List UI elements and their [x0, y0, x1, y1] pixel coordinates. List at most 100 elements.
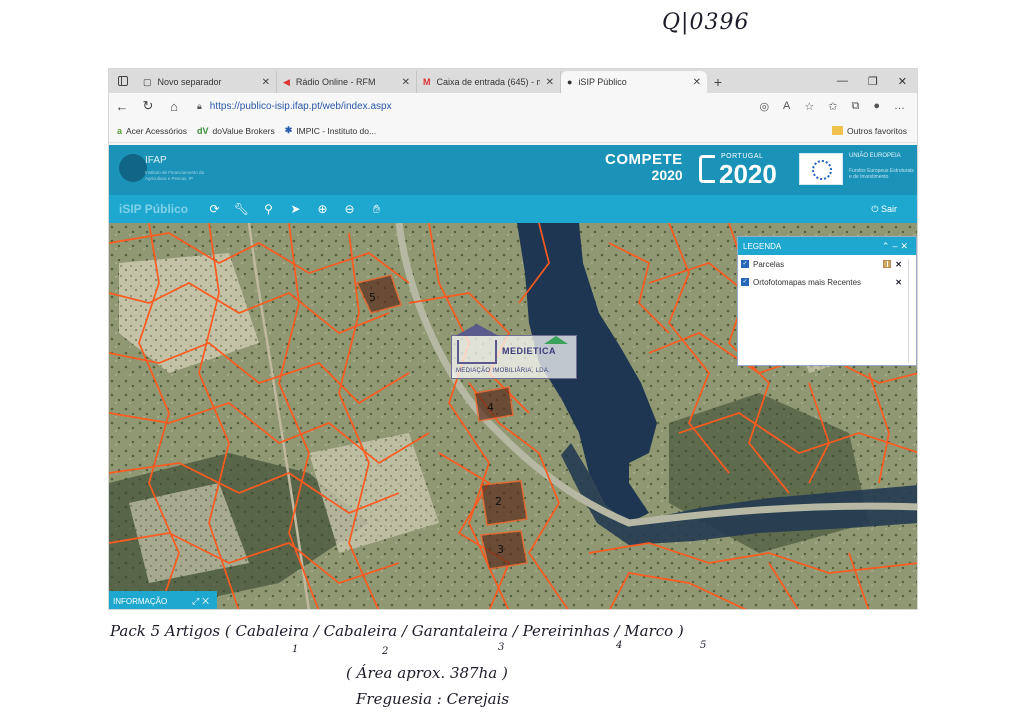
- refresh-icon[interactable]: ⟳: [201, 202, 228, 216]
- tab-isip[interactable]: ● iSIP Público ✕: [561, 71, 707, 93]
- pan-hand-icon[interactable]: ✋︎: [363, 202, 390, 217]
- legend-item-ortofotomapas: ✓ Ortofotomapas mais Recentes ✕: [738, 273, 916, 291]
- zoom-out-icon[interactable]: ⊖: [336, 202, 363, 216]
- restore-icon[interactable]: ❐: [868, 75, 878, 88]
- location-icon[interactable]: ◎: [759, 100, 769, 113]
- profile-icon[interactable]: ●: [873, 100, 880, 113]
- reload-icon[interactable]: ↻: [135, 98, 161, 114]
- house-icon: [457, 340, 497, 364]
- tab-label: Caixa de entrada (645) - mediet: [436, 77, 540, 87]
- tab-label: Novo separador: [157, 77, 222, 87]
- remove-layer-icon[interactable]: ✕: [895, 260, 902, 269]
- legend-scrollbar[interactable]: [908, 259, 914, 363]
- checkbox-checked[interactable]: ✓: [741, 260, 749, 268]
- lock-icon[interactable]: 🔒︎: [197, 101, 202, 112]
- isip-toolbar: iSIP Público ⟳ 🔧︎ ⚲ ➤ ⊕ ⊖ ✋︎ ⏻ Sair: [109, 195, 917, 223]
- tab-radio[interactable]: ◀ Rádio Online - RFM ✕: [277, 71, 417, 93]
- tab-actions-icon[interactable]: [109, 69, 137, 93]
- handwritten-number: 5: [700, 640, 707, 651]
- tab-bar: ▢ Novo separador ✕ ◀ Rádio Online - RFM …: [109, 69, 917, 93]
- checkbox-checked[interactable]: ✓: [741, 278, 749, 286]
- portugal-year: 2020: [719, 159, 777, 189]
- org-name: IFAP: [145, 155, 167, 166]
- app-title: iSIP Público: [119, 202, 189, 216]
- menu-icon[interactable]: …: [894, 100, 905, 113]
- home-icon[interactable]: ⌂: [161, 99, 187, 114]
- close-icon[interactable]: ✕: [262, 77, 270, 88]
- close-icon[interactable]: ✕: [693, 77, 701, 88]
- radio-icon: ◀: [283, 76, 290, 87]
- close-icon[interactable]: ✕: [900, 241, 911, 251]
- isip-header: IFAP Instituto de Financiamento da Agric…: [109, 145, 917, 195]
- close-icon[interactable]: ✕: [402, 77, 410, 88]
- tab-mail[interactable]: M Caixa de entrada (645) - mediet ✕: [417, 71, 561, 93]
- dovalue-icon: dV: [196, 125, 209, 136]
- acer-icon: a: [117, 125, 123, 136]
- new-tab-icon: ▢: [143, 76, 152, 87]
- close-window-icon[interactable]: ✕: [898, 75, 907, 88]
- green-roof-icon: [544, 336, 568, 344]
- bookmark-label: Acer Acessórios: [126, 125, 187, 136]
- parcel-label: 4: [487, 401, 494, 414]
- minimize-icon[interactable]: —: [837, 75, 848, 87]
- legend-header: LEGENDA ⌃–✕: [738, 237, 916, 255]
- new-tab-button[interactable]: +: [707, 71, 729, 93]
- collapse-icon[interactable]: ⌃: [882, 241, 893, 251]
- bookmark-acer[interactable]: a Acer Acessórios: [117, 126, 187, 136]
- info-panel-title: INFORMAÇÃO: [113, 596, 168, 606]
- bookmark-label: IMPIC - Instituto do...: [296, 125, 377, 136]
- pin-icon[interactable]: ⚲: [255, 202, 282, 216]
- house-roof-icon: [455, 324, 499, 336]
- impic-icon: ✱: [284, 125, 293, 135]
- collections-icon[interactable]: ⧉: [851, 100, 859, 113]
- handwritten-number: 2: [382, 646, 389, 657]
- url-field[interactable]: https://publico-isip.ifap.pt/web/index.a…: [210, 101, 392, 112]
- favorites-icon[interactable]: ✩: [828, 100, 837, 113]
- legend-panel: LEGENDA ⌃–✕ ✓ Parcelas ✕ ✓ Ortofotomapas…: [737, 236, 917, 366]
- eu-flag-icon: [799, 153, 843, 185]
- browser-tools: ◎ A ☆ ✩ ⧉ ● …: [759, 100, 917, 113]
- legend-title: LEGENDA: [743, 241, 782, 251]
- read-aloud-icon[interactable]: A: [783, 100, 790, 113]
- compete-line2: 2020: [651, 167, 683, 183]
- exit-label: Sair: [880, 203, 897, 214]
- window-controls: — ❐ ✕: [837, 69, 917, 93]
- pointer-icon[interactable]: ➤: [282, 202, 309, 216]
- handwritten-number: 4: [616, 640, 623, 651]
- eu-subtitle: Fundos Europeus Estruturais e de Investi…: [849, 168, 914, 180]
- parcel-label: 2: [495, 495, 502, 508]
- ifap-logo: [119, 154, 147, 182]
- bookmark-impic[interactable]: ✱ IMPIC - Instituto do...: [285, 125, 376, 136]
- org-subtitle: Instituto de Financiamento da Agricultur…: [145, 170, 205, 181]
- layer-style-icon[interactable]: [883, 260, 892, 268]
- gmail-icon: M: [423, 77, 431, 87]
- exit-button[interactable]: ⏻ Sair: [871, 204, 897, 215]
- compete-logo: COMPETE 2020: [605, 151, 683, 182]
- eu-label: UNIÃO EUROPEIA: [849, 153, 901, 159]
- legend-item-parcelas: ✓ Parcelas ✕: [738, 255, 916, 273]
- info-panel-bar[interactable]: INFORMAÇÃO ⤢✕: [109, 591, 217, 609]
- zoom-in-icon[interactable]: ⊕: [309, 202, 336, 216]
- favorite-add-icon[interactable]: ☆: [804, 100, 814, 113]
- info-panel-controls: ⤢✕: [192, 596, 217, 607]
- handwritten-note-articles: Pack 5 Artigos ( Cabaleira / Cabaleira /…: [110, 622, 684, 640]
- expand-icon[interactable]: ⤢: [192, 596, 202, 606]
- portugal-2020-logo-icon: [699, 155, 715, 183]
- tab-new[interactable]: ▢ Novo separador ✕: [137, 71, 277, 93]
- back-icon[interactable]: ←: [109, 99, 135, 114]
- map-view[interactable]: 5 4 2 3 MEDIETICA MEDIAÇÃO IMOBILIÁRIA, …: [109, 223, 917, 609]
- close-icon[interactable]: ✕: [546, 77, 554, 88]
- tab-label: iSIP Público: [578, 77, 627, 87]
- bookmarks-bar: a Acer Acessórios dV doValue Brokers ✱ I…: [109, 119, 917, 143]
- legend-item-actions: ✕: [883, 260, 902, 269]
- bookmark-label: doValue Brokers: [212, 125, 275, 136]
- parcel-label: 3: [497, 543, 504, 556]
- legend-item-label: Parcelas: [753, 259, 785, 269]
- isip-icon: ●: [567, 77, 573, 87]
- wrench-icon[interactable]: 🔧︎: [228, 202, 255, 216]
- close-icon[interactable]: ✕: [202, 596, 212, 606]
- handwritten-number: 3: [498, 642, 505, 653]
- bookmark-folder-other[interactable]: Outros favoritos: [832, 126, 907, 136]
- bookmark-dovalue[interactable]: dV doValue Brokers: [197, 126, 275, 136]
- remove-layer-icon[interactable]: ✕: [895, 278, 902, 287]
